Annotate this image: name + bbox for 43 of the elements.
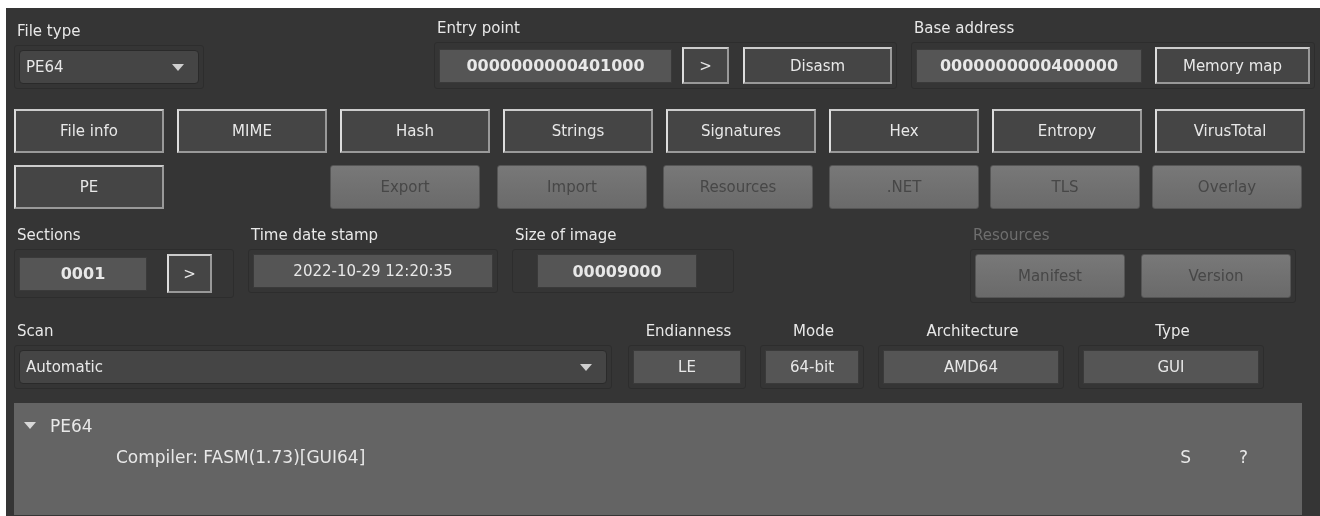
tool-button[interactable]: VirusTotal <box>1155 109 1305 153</box>
info-field: LE <box>633 350 741 384</box>
field-label: Endianness <box>644 321 732 341</box>
field-label: Sections <box>16 225 82 245</box>
field-label: File type <box>16 21 82 41</box>
tool-button[interactable]: Hash <box>340 109 490 153</box>
tool-button[interactable]: Hex <box>829 109 979 153</box>
tool-button[interactable]: Entropy <box>992 109 1142 153</box>
timestamp-field[interactable]: 2022-10-29 12:20:35 <box>253 254 493 288</box>
caret-icon <box>580 363 592 371</box>
memory-map-button[interactable]: Memory map <box>1155 47 1310 84</box>
toolbar-button[interactable]: > <box>682 47 729 84</box>
sections-button[interactable]: > <box>167 254 212 293</box>
result-text: Compiler: FASM(1.73)[GUI64] <box>116 447 366 467</box>
tool-button[interactable]: Signatures <box>666 109 816 153</box>
sections-field[interactable]: 0001 <box>19 256 147 291</box>
field-label: Mode <box>792 321 834 341</box>
info-field: AMD64 <box>883 350 1059 384</box>
entry-point-field[interactable]: 0000000000401000 <box>439 48 672 83</box>
tool-button[interactable]: PE <box>14 165 164 209</box>
group-label: Resources <box>972 225 1051 245</box>
caret-icon <box>172 63 184 71</box>
tool-button[interactable]: Strings <box>503 109 653 153</box>
result-button[interactable]: ? <box>1238 447 1248 467</box>
scan-dropdown[interactable]: Automatic <box>19 350 607 384</box>
base-address-field[interactable]: 0000000000400000 <box>916 48 1142 83</box>
expand-icon[interactable] <box>24 422 36 430</box>
field-label: Size of image <box>514 225 618 245</box>
file-type-dropdown[interactable]: PE64 <box>19 50 199 84</box>
field-label: Type <box>1154 321 1190 341</box>
field-label: Entry point <box>436 18 521 38</box>
info-field: 64-bit <box>765 350 859 384</box>
field-label: Architecture <box>925 321 1019 341</box>
size-field[interactable]: 00009000 <box>537 254 697 288</box>
info-field: GUI <box>1083 350 1259 384</box>
field-label: Scan <box>16 321 55 341</box>
result-title[interactable]: PE64 <box>50 416 93 436</box>
tool-button[interactable]: MIME <box>177 109 327 153</box>
tool-button[interactable]: File info <box>14 109 164 153</box>
result-button[interactable]: S <box>1180 447 1191 467</box>
toolbar-button[interactable]: Disasm <box>743 47 892 84</box>
field-label: Base address <box>913 18 1016 38</box>
field-label: Time date stamp <box>250 225 380 245</box>
